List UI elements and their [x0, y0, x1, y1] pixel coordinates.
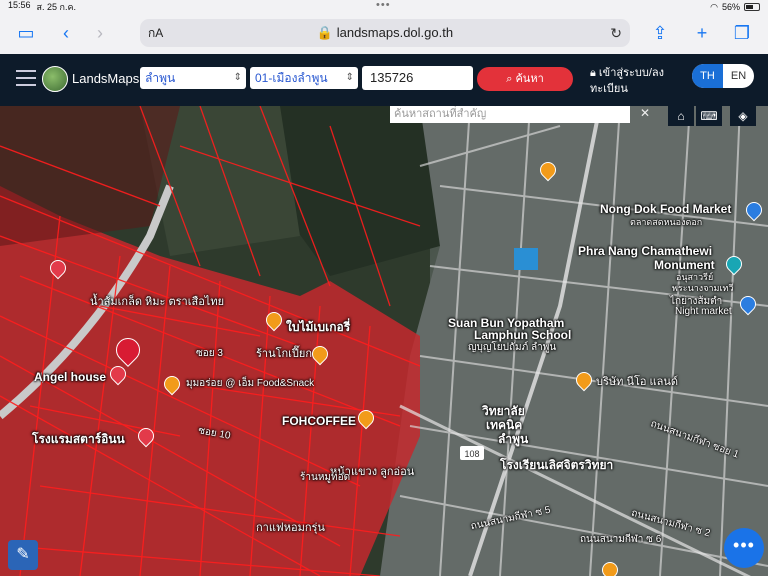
- close-icon[interactable]: ✕: [640, 106, 650, 120]
- map-label: ซอย 3: [196, 348, 223, 359]
- map-view[interactable]: 108 ค้นหาสถานที่สำคัญ ✕ ⌂ ⌨ ◈ Nong Dok F…: [0, 106, 768, 576]
- battery-icon: [744, 3, 760, 11]
- province-select[interactable]: ลำพูน ⇕: [140, 67, 246, 89]
- map-label: โรงเรียนเลิศจิตรวิทยา: [500, 458, 614, 472]
- search-icon: ⌕: [506, 73, 513, 85]
- lang-en[interactable]: EN: [723, 64, 754, 88]
- map-label: Nong Dok Food Market: [600, 202, 732, 216]
- lang-th[interactable]: TH: [692, 64, 723, 88]
- map-label: ลำพูน: [498, 432, 529, 446]
- share-icon[interactable]: ⇪: [648, 22, 672, 44]
- address-bar[interactable]: กA 🔒 landsmaps.dol.go.th ↻: [140, 19, 630, 47]
- basemap-icon[interactable]: ⌂: [668, 106, 694, 126]
- lock-icon: 🔒: [316, 25, 334, 40]
- more-options-button[interactable]: •••: [724, 528, 764, 568]
- battery-percent: 56%: [721, 2, 740, 12]
- user-lock-icon: 🔒︎: [590, 67, 596, 79]
- map-label: ตลาดสดหนองดอก: [630, 217, 703, 227]
- reload-icon[interactable]: ↻: [610, 25, 622, 42]
- map-label: ร้านหมูทอด: [300, 472, 351, 483]
- district-value: 01-เมืองลำพูน: [255, 71, 328, 85]
- map-label: พระนางจามเทวี: [672, 283, 734, 293]
- district-select[interactable]: 01-เมืองลำพูน ⇕: [250, 67, 358, 89]
- map-label: น้ำส้มเกล็ด หิมะ ตราเสือไทย: [90, 296, 225, 308]
- brand-name: LandsMaps: [72, 71, 140, 86]
- map-label: FOHCOFFEE: [282, 414, 356, 428]
- multitask-dots-icon[interactable]: •••: [376, 0, 391, 11]
- back-icon[interactable]: ‹: [54, 22, 78, 44]
- status-date: ส. 25 ก.ค.: [36, 2, 77, 12]
- place-search-input[interactable]: ค้นหาสถานที่สำคัญ: [390, 106, 630, 123]
- tabs-icon[interactable]: ❐: [730, 22, 754, 44]
- status-time: 15:56: [8, 0, 31, 10]
- layers-icon[interactable]: ◈: [730, 106, 756, 126]
- language-toggle[interactable]: TH EN: [692, 64, 754, 88]
- sidebar-icon[interactable]: ▭: [14, 22, 38, 44]
- map-label: ใบไม้เบเกอรี่: [286, 320, 351, 334]
- login-label: เข้าสู่ระบบ/ลงทะเบียน: [590, 67, 665, 95]
- browser-toolbar: ▭ ‹ › กA 🔒 landsmaps.dol.go.th ↻ ⇪ + ❐: [0, 14, 768, 54]
- forward-icon[interactable]: ›: [88, 22, 112, 44]
- app-header: LandsMaps ลำพูน ⇕ 01-เมืองลำพูน ⇕ 135726…: [0, 54, 768, 106]
- map-label: Angel house: [34, 370, 107, 384]
- wifi-icon: ◠: [710, 1, 718, 12]
- map-label: บริษัท นีโอ แลนด์: [596, 376, 679, 388]
- map-canvas: 108: [0, 106, 768, 576]
- map-label: Night market: [675, 306, 732, 317]
- map-label: ถนนสนามกีฬา ซ 6: [580, 534, 662, 545]
- route-108-label: 108: [464, 449, 479, 459]
- map-label: กาแฟหอมกรุ่น: [256, 522, 325, 534]
- province-value: ลำพูน: [145, 71, 176, 85]
- chevron-updown-icon: ⇕: [233, 72, 242, 83]
- keyboard-icon[interactable]: ⌨: [696, 106, 722, 126]
- map-label: มุมอร่อย @ เอ็ม Food&Snack: [186, 378, 315, 389]
- parcel-number-input[interactable]: 135726: [362, 66, 473, 90]
- map-label: โรงแรมสตาร์อินน: [32, 432, 125, 446]
- search-button[interactable]: ⌕ ค้นหา: [477, 67, 573, 91]
- landsmaps-logo: [42, 66, 68, 92]
- chevron-updown-icon: ⇕: [345, 72, 354, 83]
- url-host: landsmaps.dol.go.th: [336, 25, 454, 40]
- map-label: ญบุญโยปถัมภ์ ลำพูน: [468, 342, 557, 353]
- new-tab-icon[interactable]: +: [690, 22, 714, 44]
- map-label: Phra Nang Chamathewi: [578, 244, 713, 258]
- map-label: ร้านโกเปี๊ยก: [256, 348, 313, 360]
- login-link[interactable]: 🔒︎ เข้าสู่ระบบ/ลงทะเบียน: [590, 65, 678, 97]
- status-bar: 15:56 ส. 25 ก.ค. ••• ◠ 56%: [0, 0, 768, 14]
- search-button-label: ค้นหา: [515, 73, 544, 85]
- measure-tool-icon[interactable]: ✎: [8, 540, 38, 570]
- menu-icon[interactable]: [16, 70, 36, 86]
